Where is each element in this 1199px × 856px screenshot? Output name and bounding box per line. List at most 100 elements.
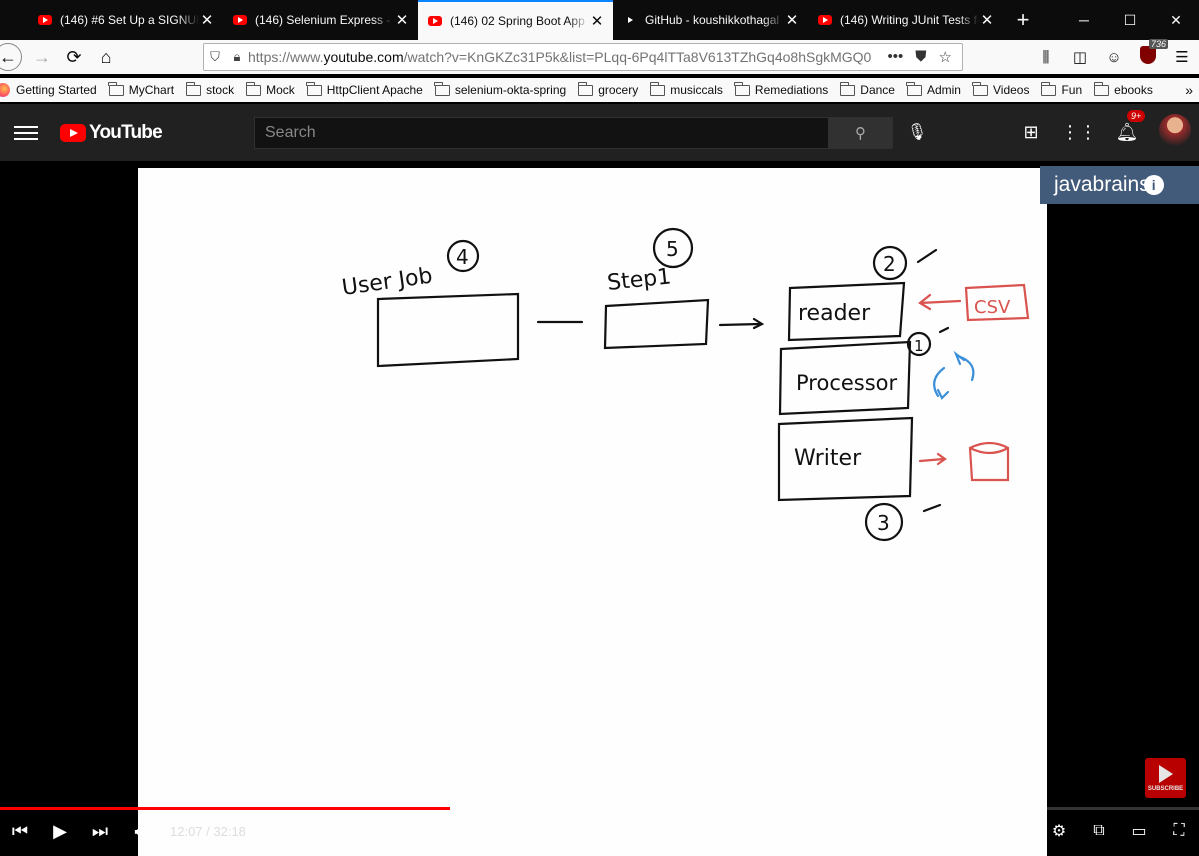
youtube-logo[interactable]: YouTube: [60, 122, 163, 144]
apps-grid-icon[interactable]: ⋮⋮: [1055, 122, 1103, 143]
browser-tab[interactable]: (146) Selenium Express - ✕: [223, 0, 418, 40]
writer-label: Writer: [794, 446, 862, 471]
navigation-bar: ← → ⟳ ⌂ ⛉ 🔒︎ https://www.youtube.com/wat…: [0, 39, 1199, 74]
shield-icon[interactable]: ⛉: [204, 49, 226, 65]
hamburger-menu-icon[interactable]: [14, 122, 38, 144]
job-number: 4: [456, 245, 469, 269]
youtube-favicon-icon: [38, 15, 52, 25]
search-input[interactable]: Search: [254, 117, 829, 149]
tab-title: (146) Selenium Express -: [255, 13, 391, 27]
close-tab-icon[interactable]: ✕: [784, 11, 800, 29]
url-text[interactable]: https://www.youtube.com/watch?v=KnGKZc31…: [248, 49, 878, 65]
youtube-play-icon: [60, 123, 86, 142]
sidebar-icon[interactable]: ◫: [1063, 48, 1097, 66]
info-icon[interactable]: i: [1143, 175, 1164, 195]
volume-icon[interactable]: 🔈︎: [120, 821, 160, 842]
search-icon: ⚲: [855, 125, 866, 142]
search-button[interactable]: ⚲: [828, 117, 893, 149]
close-window-icon[interactable]: ✕: [1153, 0, 1199, 40]
close-tab-icon[interactable]: ✕: [589, 12, 605, 30]
reader-number: 2: [883, 252, 896, 276]
close-tab-icon[interactable]: ✕: [394, 11, 410, 29]
maximize-icon[interactable]: ☐: [1107, 0, 1153, 40]
captions-button[interactable]: CC: [999, 822, 1039, 840]
played-bar: [0, 807, 450, 810]
bookmark-folder[interactable]: stock: [185, 81, 234, 97]
bookmark-folder[interactable]: MyChart: [108, 81, 174, 97]
minimize-icon[interactable]: ─: [1061, 0, 1107, 40]
video-player[interactable]: User Job 4 Step1 5 reader 2 Processor 1 …: [0, 161, 1199, 856]
create-video-icon[interactable]: ⊞: [1007, 122, 1055, 143]
microphone-icon[interactable]: 🎙︎: [905, 122, 929, 146]
menu-icon[interactable]: ☰: [1165, 48, 1199, 66]
browser-tab[interactable]: (146) Writing JUnit Tests fo ✕: [808, 0, 1003, 40]
account-icon[interactable]: ☺: [1097, 49, 1131, 66]
reload-button[interactable]: ⟳: [58, 43, 90, 71]
browser-tab-active[interactable]: (146) 02 Spring Boot App ✕: [418, 0, 613, 40]
step-number: 5: [666, 237, 679, 261]
bookmark-folder[interactable]: HttpClient Apache: [306, 81, 423, 97]
close-tab-icon[interactable]: ✕: [199, 11, 215, 29]
address-bar[interactable]: ⛉ 🔒︎ https://www.youtube.com/watch?v=KnG…: [203, 43, 963, 71]
bookmark-star-icon[interactable]: ☆: [939, 48, 952, 66]
ublock-icon[interactable]: 736: [1131, 39, 1169, 68]
processor-number: 1: [914, 337, 924, 355]
tab-title: GitHub - koushikkothagal: [645, 13, 780, 27]
video-progress-bar[interactable]: [0, 807, 1199, 810]
folder-icon: [1040, 81, 1057, 96]
bookmark-folder[interactable]: ebooks: [1093, 81, 1153, 97]
whiteboard-drawing: User Job 4 Step1 5 reader 2 Processor 1 …: [340, 227, 1030, 542]
notifications-bell-icon[interactable]: 🔔︎ 9+: [1103, 110, 1151, 143]
tab-title: (146) 02 Spring Boot App: [450, 14, 585, 28]
youtube-favicon-icon: [818, 15, 832, 25]
close-tab-icon[interactable]: ✕: [979, 11, 995, 29]
bookmark-folder[interactable]: grocery: [577, 81, 638, 97]
lock-icon[interactable]: 🔒︎: [226, 49, 248, 65]
folder-icon: [734, 81, 750, 96]
time-display: 12:07 / 32:18: [170, 823, 246, 839]
play-button-icon[interactable]: ▶: [40, 821, 80, 842]
theater-mode-icon[interactable]: ▭: [1119, 821, 1159, 841]
fullscreen-icon[interactable]: ⛶: [1159, 822, 1199, 840]
pocket-icon[interactable]: ⛊: [915, 48, 926, 66]
javabrains-watermark[interactable]: javabrains i: [1040, 166, 1199, 204]
page-actions-icon[interactable]: •••: [888, 48, 904, 66]
reader-label: reader: [798, 301, 871, 326]
youtube-favicon-icon: [233, 15, 247, 25]
folder-icon: [839, 81, 856, 96]
settings-gear-icon[interactable]: ⚙: [1039, 821, 1079, 841]
bookmark-folder[interactable]: Remediations: [734, 81, 828, 97]
bookmark-folder[interactable]: musiccals: [649, 81, 723, 97]
bookmarks-toolbar: Getting Started MyChart stock Mock HttpC…: [0, 78, 1199, 102]
folder-icon: [245, 81, 262, 96]
play-icon: [1158, 764, 1173, 783]
library-icon[interactable]: ⫼: [1029, 49, 1063, 66]
bookmark-folder[interactable]: Admin: [906, 81, 961, 97]
bookmark-folder[interactable]: Dance: [839, 81, 895, 97]
folder-icon: [306, 81, 322, 96]
previous-icon[interactable]: ⏮: [0, 821, 40, 842]
next-icon[interactable]: ⏭: [80, 821, 120, 842]
bookmark-folder[interactable]: Videos: [972, 81, 1029, 97]
bookmark-folder[interactable]: selenium-okta-spring: [434, 81, 566, 97]
processor-label: Processor: [796, 371, 898, 395]
subscribe-watermark-button[interactable]: SUBSCRIBE: [1145, 758, 1186, 798]
bookmark-folder[interactable]: Fun: [1040, 81, 1082, 97]
folder-icon: [906, 81, 922, 96]
github-favicon-icon: [623, 15, 637, 25]
miniplayer-icon[interactable]: ⧉: [1079, 822, 1119, 840]
bookmark-folder[interactable]: Mock: [245, 81, 295, 97]
bookmarks-overflow-icon[interactable]: »: [1185, 82, 1193, 98]
user-job-label: User Job: [340, 264, 434, 301]
avatar[interactable]: [1151, 114, 1199, 151]
home-button[interactable]: ⌂: [90, 43, 122, 71]
bookmark-getting-started[interactable]: Getting Started: [0, 83, 97, 97]
back-button[interactable]: ←: [0, 43, 22, 71]
browser-tab[interactable]: GitHub - koushikkothagal ✕: [613, 0, 808, 40]
browser-tab[interactable]: (146) #6 Set Up a SIGNUP ✕: [28, 0, 223, 40]
player-controls: ⏮ ▶ ⏭ 🔈︎ 12:07 / 32:18 CC ⚙ ⧉ ▭ ⛶: [0, 816, 1199, 846]
step-label: Step1: [606, 264, 672, 296]
forward-button[interactable]: →: [26, 43, 58, 71]
folder-icon: [577, 81, 594, 96]
new-tab-button[interactable]: +: [1003, 0, 1043, 40]
